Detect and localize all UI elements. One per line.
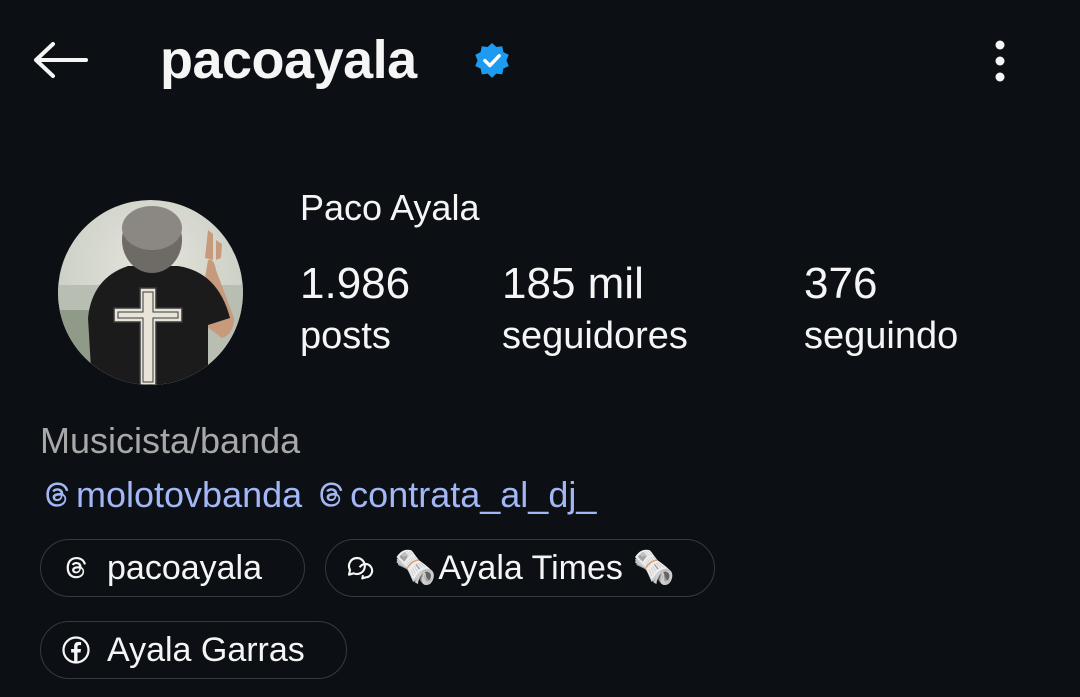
stat-following[interactable]: 376 seguindo — [804, 258, 958, 362]
stat-following-value: 376 — [804, 259, 878, 308]
verified-badge-icon — [475, 42, 509, 78]
stat-followers-label: seguidores — [502, 315, 688, 357]
threads-icon — [59, 551, 93, 585]
stat-followers-value: 185 mil — [502, 259, 644, 308]
display-name: Paco Ayala — [300, 187, 480, 228]
mention-link[interactable]: molotovbanda — [40, 473, 302, 517]
link-chip-label: Ayala Times — [438, 548, 623, 587]
stat-posts-value: 1.986 — [300, 259, 411, 308]
profile-username: pacoayala — [160, 30, 417, 90]
facebook-icon — [59, 633, 93, 667]
back-button[interactable] — [28, 36, 92, 84]
top-bar: pacoayala — [0, 0, 1080, 122]
stat-posts-label: posts — [300, 315, 391, 357]
link-chip-label: pacoayala — [107, 548, 263, 587]
profile-category: Musicista/banda — [40, 420, 301, 461]
chat-bubble-icon — [344, 551, 378, 585]
stat-following-label: seguindo — [804, 315, 959, 357]
newspaper-emoji: 🗞️ — [394, 549, 437, 587]
link-chip-label: Ayala Garras — [107, 630, 305, 669]
stat-posts[interactable]: 1.986 posts — [300, 258, 410, 362]
newspaper-emoji: 🗞️ — [632, 549, 676, 587]
arrow-left-icon — [34, 42, 88, 78]
threads-icon — [46, 482, 69, 507]
profile-photo — [58, 200, 243, 385]
link-chip-threads[interactable]: pacoayala — [40, 539, 305, 597]
threads-icon — [320, 482, 343, 507]
more-vertical-icon — [995, 40, 1005, 82]
bio-mentions: molotovbanda contrata_al_dj_ — [40, 471, 608, 519]
stat-followers[interactable]: 185 mil seguidores — [502, 258, 688, 362]
mention-handle: contrata_al_dj_ — [350, 474, 597, 515]
more-options-button[interactable] — [980, 36, 1020, 86]
mention-link[interactable]: contrata_al_dj_ — [314, 473, 596, 517]
mention-handle: molotovbanda — [76, 474, 303, 515]
link-chip-facebook[interactable]: Ayala Garras — [40, 621, 347, 679]
link-chip-broadcast[interactable]: 🗞️ Ayala Times 🗞️ — [325, 539, 715, 597]
profile-avatar[interactable] — [58, 200, 243, 385]
